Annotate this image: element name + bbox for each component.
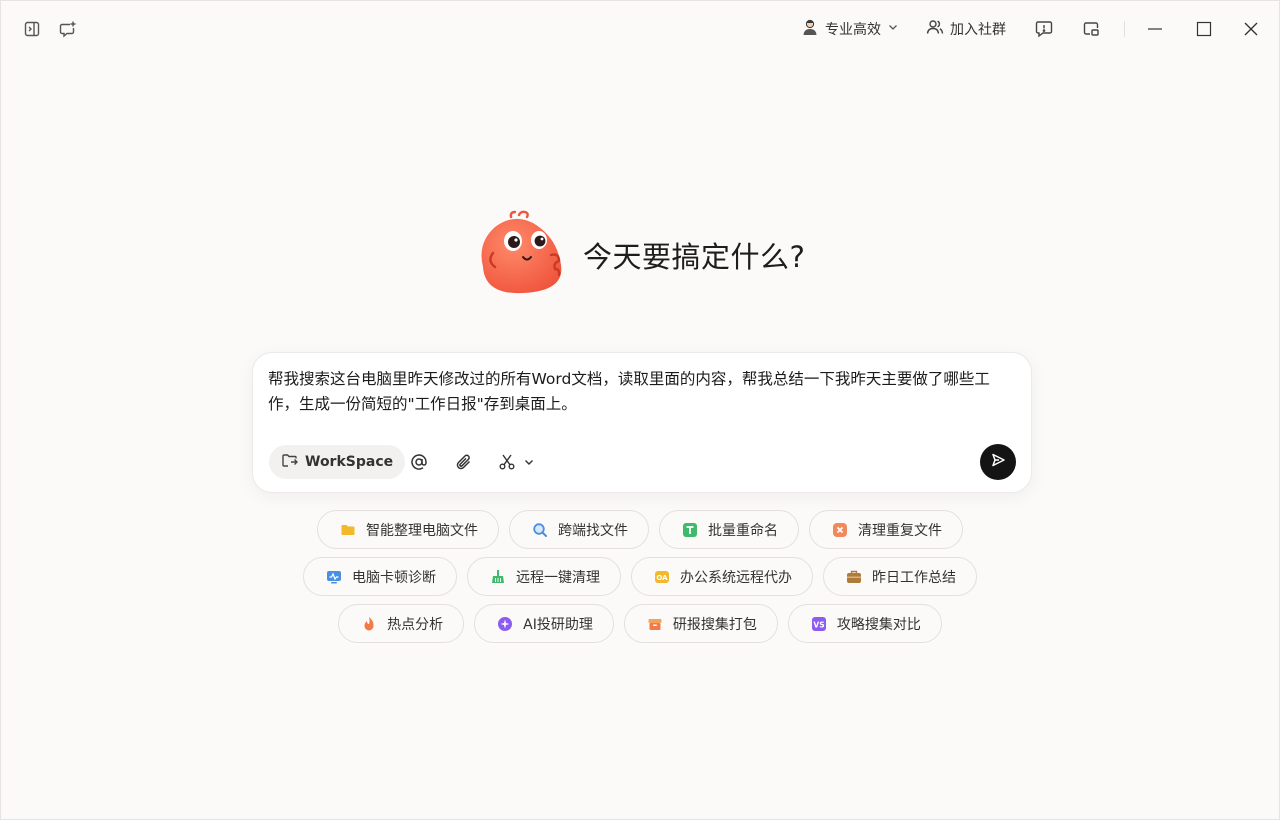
quick-action-chip[interactable]: 研报搜集打包 — [623, 604, 778, 643]
x-icon — [832, 522, 848, 538]
mode-label: 专业高效 — [825, 22, 881, 38]
prompt-textarea[interactable]: 帮我搜索这台电脑里昨天修改过的所有Word文档，读取里面的内容，帮我总结一下我昨… — [268, 367, 1018, 417]
quick-action-chip[interactable]: OA 办公系统远程代办 — [631, 557, 813, 596]
users-icon — [926, 18, 944, 40]
quick-action-label: 远程一键清理 — [516, 569, 600, 586]
user-avatar-icon — [801, 18, 819, 40]
quick-action-chip[interactable]: 清理重复文件 — [809, 510, 963, 549]
folder-icon — [340, 522, 356, 538]
quick-action-chip[interactable]: VS 攻略搜集对比 — [787, 604, 942, 643]
workspace-label: WorkSpace — [305, 454, 394, 470]
mascot-logo-icon — [473, 207, 565, 303]
quick-actions-row-1: 智能整理电脑文件 跨端找文件 批量重命名 清理重复文件 — [1, 510, 1279, 549]
quick-action-chip[interactable]: 远程一键清理 — [467, 557, 621, 596]
broom-icon — [490, 569, 506, 585]
chevron-down-icon — [887, 21, 899, 37]
briefcase-icon — [846, 569, 862, 585]
package-icon — [647, 616, 663, 632]
mention-icon[interactable] — [408, 451, 430, 473]
quick-action-label: 批量重命名 — [708, 522, 778, 539]
sidebar-toggle-icon[interactable] — [21, 18, 43, 40]
workspace-icon — [281, 451, 299, 473]
titlebar-divider — [1124, 21, 1125, 37]
chevron-down-icon[interactable] — [521, 451, 537, 473]
quick-action-chip[interactable]: 昨日工作总结 — [823, 557, 977, 596]
scissors-icon[interactable] — [496, 451, 518, 473]
svg-text:VS: VS — [813, 620, 824, 629]
quick-actions-row-3: 热点分析 AI投研助理 研报搜集打包 VS 攻略搜集对比 — [1, 604, 1279, 643]
quick-action-label: 昨日工作总结 — [872, 569, 956, 586]
quick-action-label: 电脑卡顿诊断 — [352, 569, 436, 586]
title-bar: 专业高效 加入社群 — [1, 1, 1279, 57]
quick-action-label: 智能整理电脑文件 — [366, 522, 478, 539]
send-icon — [990, 452, 1006, 472]
feedback-icon[interactable] — [1033, 18, 1055, 40]
new-chat-icon[interactable] — [57, 18, 79, 40]
quick-action-label: 攻略搜集对比 — [836, 616, 921, 633]
quick-action-chip[interactable]: 智能整理电脑文件 — [317, 510, 499, 549]
vs-icon: VS — [811, 616, 827, 632]
quick-action-chip[interactable]: 跨端找文件 — [509, 510, 649, 549]
quick-action-label: 热点分析 — [387, 616, 444, 633]
quick-action-label: 办公系统远程代办 — [680, 569, 792, 586]
picture-in-picture-icon[interactable] — [1080, 18, 1102, 40]
quick-action-chip[interactable]: 热点分析 — [338, 604, 465, 643]
hero-section: 今天要搞定什么? — [473, 209, 805, 301]
send-button[interactable] — [980, 444, 1016, 480]
prompt-input-card: 帮我搜索这台电脑里昨天修改过的所有Word文档，读取里面的内容，帮我总结一下我昨… — [252, 352, 1032, 493]
quick-action-label: 跨端找文件 — [558, 522, 628, 539]
minimize-icon[interactable] — [1144, 18, 1166, 40]
mode-selector[interactable]: 专业高效 — [801, 17, 899, 41]
workspace-button[interactable]: WorkSpace — [269, 445, 406, 479]
page-title: 今天要搞定什么? — [583, 240, 806, 274]
monitor-icon — [326, 569, 342, 585]
close-icon[interactable] — [1240, 18, 1262, 40]
join-label: 加入社群 — [950, 22, 1006, 38]
quick-action-label: 研报搜集打包 — [672, 616, 757, 633]
quick-action-label: AI投研助理 — [523, 616, 593, 633]
quick-action-chip[interactable]: AI投研助理 — [474, 604, 614, 643]
quick-action-chip[interactable]: 电脑卡顿诊断 — [303, 557, 457, 596]
quick-actions-row-2: 电脑卡顿诊断 远程一键清理 OA 办公系统远程代办 昨日工作总结 — [1, 557, 1279, 596]
svg-text:OA: OA — [656, 574, 668, 582]
t-icon — [682, 522, 698, 538]
search-icon — [532, 522, 548, 538]
sparkle-icon — [497, 616, 513, 632]
fire-icon — [361, 616, 377, 632]
oa-icon: OA — [654, 569, 670, 585]
quick-action-chip[interactable]: 批量重命名 — [659, 510, 799, 549]
attachment-icon[interactable] — [453, 451, 475, 473]
quick-action-label: 清理重复文件 — [858, 522, 942, 539]
maximize-icon[interactable] — [1193, 18, 1215, 40]
app-window: 专业高效 加入社群 今天要搞定什么? 帮我搜索这台电脑里昨天修改过的所有Word… — [0, 0, 1280, 820]
join-community-button[interactable]: 加入社群 — [926, 17, 1006, 41]
